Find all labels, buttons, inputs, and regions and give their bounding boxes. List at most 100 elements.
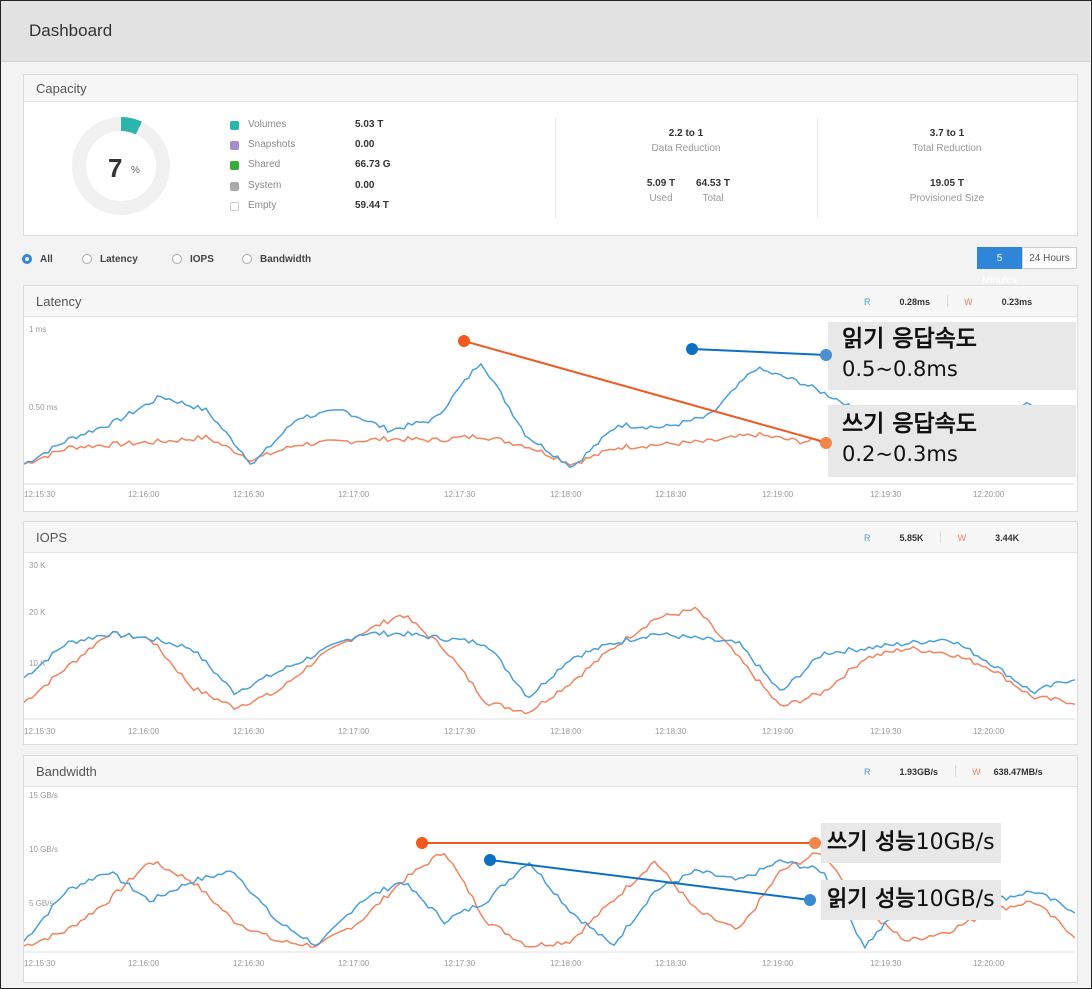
capacity-donut-used-arc bbox=[120, 117, 142, 135]
bandwidth-w-label: W bbox=[972, 767, 981, 777]
x-tick: 12:19:30 bbox=[870, 959, 902, 968]
legend-label-shared: Shared bbox=[248, 159, 281, 170]
filter-bandwidth-label: Bandwidth bbox=[260, 254, 312, 265]
legend-swatch-volumes bbox=[230, 121, 239, 130]
filter-all[interactable]: All bbox=[22, 254, 53, 265]
iops-xticks: 12:15:30 12:16:00 12:16:30 12:17:00 12:1… bbox=[24, 727, 1005, 736]
latency-rw-divider bbox=[946, 295, 948, 307]
x-tick: 12:17:30 bbox=[444, 727, 476, 736]
x-tick: 12:18:30 bbox=[655, 727, 687, 736]
latency-ytick-1ms: 1 ms bbox=[29, 325, 46, 334]
range-5-minutes-button[interactable]: 5 Minutes bbox=[977, 247, 1022, 286]
legend-label-volumes: Volumes bbox=[248, 119, 287, 130]
bandwidth-ytick-5: 5 GB/s bbox=[29, 899, 53, 908]
legend-value-system: 0.00 bbox=[355, 180, 375, 191]
filter-iops-label: IOPS bbox=[190, 254, 214, 265]
capacity-title: Capacity bbox=[36, 81, 87, 96]
iops-read-series bbox=[24, 629, 1075, 699]
iops-w-value: 3.44K bbox=[995, 533, 1020, 543]
legend-value-snapshots: 0.00 bbox=[355, 139, 375, 150]
range-24-hours-button[interactable]: 24 Hours bbox=[1022, 247, 1077, 269]
latency-r-label: R bbox=[864, 297, 871, 307]
total-value: 64.53 T bbox=[696, 178, 730, 189]
legend-swatch-shared bbox=[230, 161, 239, 170]
data-reduction-value: 2.2 to 1 bbox=[668, 128, 704, 139]
stat-total-reduction: 3.7 to 1 Total Reduction bbox=[882, 128, 1012, 154]
provisioned-label: Provisioned Size bbox=[909, 193, 985, 204]
legend-swatch-system bbox=[230, 182, 239, 191]
x-tick: 12:19:00 bbox=[762, 959, 794, 968]
bandwidth-write-callout-value: 10GB/s bbox=[915, 830, 995, 855]
bandwidth-r-label: R bbox=[864, 767, 871, 777]
filter-latency[interactable]: Latency bbox=[82, 254, 138, 265]
total-label: Total bbox=[702, 193, 724, 204]
provisioned-value: 19.05 T bbox=[930, 178, 964, 189]
x-tick: 12:17:00 bbox=[338, 959, 370, 968]
x-tick: 12:18:00 bbox=[550, 490, 582, 499]
latency-write-callout-title: 쓰기 응답속도 bbox=[842, 411, 977, 437]
latency-rw-summary: R 0.28ms W 0.23ms bbox=[864, 295, 1032, 307]
used-label: Used bbox=[649, 193, 673, 204]
x-tick: 12:16:00 bbox=[128, 959, 160, 968]
x-tick: 12:18:00 bbox=[550, 727, 582, 736]
x-tick: 12:15:30 bbox=[24, 727, 56, 736]
stat-used: 5.09 T Used bbox=[633, 178, 689, 204]
used-value: 5.09 T bbox=[646, 178, 676, 189]
x-tick: 12:17:00 bbox=[338, 727, 370, 736]
radio-icon[interactable] bbox=[172, 254, 182, 264]
legend-value-volumes: 5.03 T bbox=[355, 119, 384, 130]
x-tick: 12:19:30 bbox=[870, 490, 902, 499]
x-tick: 12:16:30 bbox=[233, 959, 265, 968]
bandwidth-xticks: 12:15:30 12:16:00 12:16:30 12:17:00 12:1… bbox=[24, 959, 1005, 968]
latency-w-value: 0.23ms bbox=[1001, 297, 1033, 307]
page-header: Dashboard bbox=[1, 1, 1090, 62]
bandwidth-w-value: 638.47MB/s bbox=[993, 767, 1043, 777]
iops-ytick-20k: 20 K bbox=[29, 608, 46, 617]
x-tick: 12:15:30 bbox=[24, 490, 56, 499]
bandwidth-read-callout: 읽기 성능10GB/s bbox=[821, 880, 1001, 920]
radio-selected-icon[interactable] bbox=[22, 254, 32, 264]
filter-all-label: All bbox=[40, 254, 53, 265]
capacity-divider-2 bbox=[817, 118, 818, 218]
bandwidth-panel-header: Bandwidth R 1.93GB/s W 638.47MB/s bbox=[24, 756, 1077, 787]
x-tick: 12:20:00 bbox=[973, 959, 1005, 968]
bandwidth-r-value: 1.93GB/s bbox=[899, 767, 939, 777]
bandwidth-title: Bandwidth bbox=[36, 764, 97, 779]
radio-icon[interactable] bbox=[242, 254, 252, 264]
legend-label-snapshots: Snapshots bbox=[248, 139, 296, 150]
bandwidth-write-callout: 쓰기 성능10GB/s bbox=[821, 823, 1001, 863]
bandwidth-write-callout-title: 쓰기 성능 bbox=[827, 830, 916, 855]
x-tick: 12:18:00 bbox=[550, 959, 582, 968]
x-tick: 12:20:00 bbox=[973, 490, 1005, 499]
filter-iops[interactable]: IOPS bbox=[172, 254, 214, 265]
iops-chart: 30 K 20 K 10 K 12:15:30 12:16:00 12:16:3… bbox=[24, 561, 1075, 736]
latency-title: Latency bbox=[36, 294, 82, 309]
iops-rw-summary: R 5.85K W 3.44K bbox=[864, 531, 1019, 543]
x-tick: 12:17:30 bbox=[444, 959, 476, 968]
radio-icon[interactable] bbox=[82, 254, 92, 264]
stat-provisioned: 19.05 T Provisioned Size bbox=[882, 178, 1012, 204]
data-reduction-label: Data Reduction bbox=[651, 143, 721, 154]
capacity-percent-sign: % bbox=[131, 165, 140, 176]
x-tick: 12:15:30 bbox=[24, 959, 56, 968]
x-tick: 12:18:30 bbox=[655, 490, 687, 499]
iops-w-label: W bbox=[957, 533, 967, 543]
latency-read-callout: 읽기 응답속도 0.5~0.8ms bbox=[828, 322, 1076, 390]
latency-read-callout-range: 0.5~0.8ms bbox=[842, 357, 958, 381]
bandwidth-rw-summary: R 1.93GB/s W 638.47MB/s bbox=[864, 765, 1043, 777]
x-tick: 12:16:30 bbox=[233, 727, 265, 736]
bandwidth-read-callout-value: 10GB/s bbox=[915, 887, 995, 912]
total-reduction-label: Total Reduction bbox=[912, 143, 982, 154]
x-tick: 12:17:30 bbox=[444, 490, 476, 499]
x-tick: 12:16:00 bbox=[128, 727, 160, 736]
total-reduction-value: 3.7 to 1 bbox=[929, 128, 965, 139]
iops-ytick-30k: 30 K bbox=[29, 561, 46, 570]
legend-value-shared: 66.73 G bbox=[355, 159, 391, 170]
filter-bandwidth[interactable]: Bandwidth bbox=[242, 254, 311, 265]
stat-total: 64.53 T Total bbox=[685, 178, 741, 204]
legend-swatch-snapshots bbox=[230, 141, 239, 150]
bandwidth-ytick-15: 15 GB/s bbox=[29, 791, 58, 800]
iops-write-series bbox=[24, 606, 1075, 715]
bandwidth-ytick-10: 10 GB/s bbox=[29, 845, 58, 854]
legend-value-empty: 59.44 T bbox=[355, 200, 389, 211]
